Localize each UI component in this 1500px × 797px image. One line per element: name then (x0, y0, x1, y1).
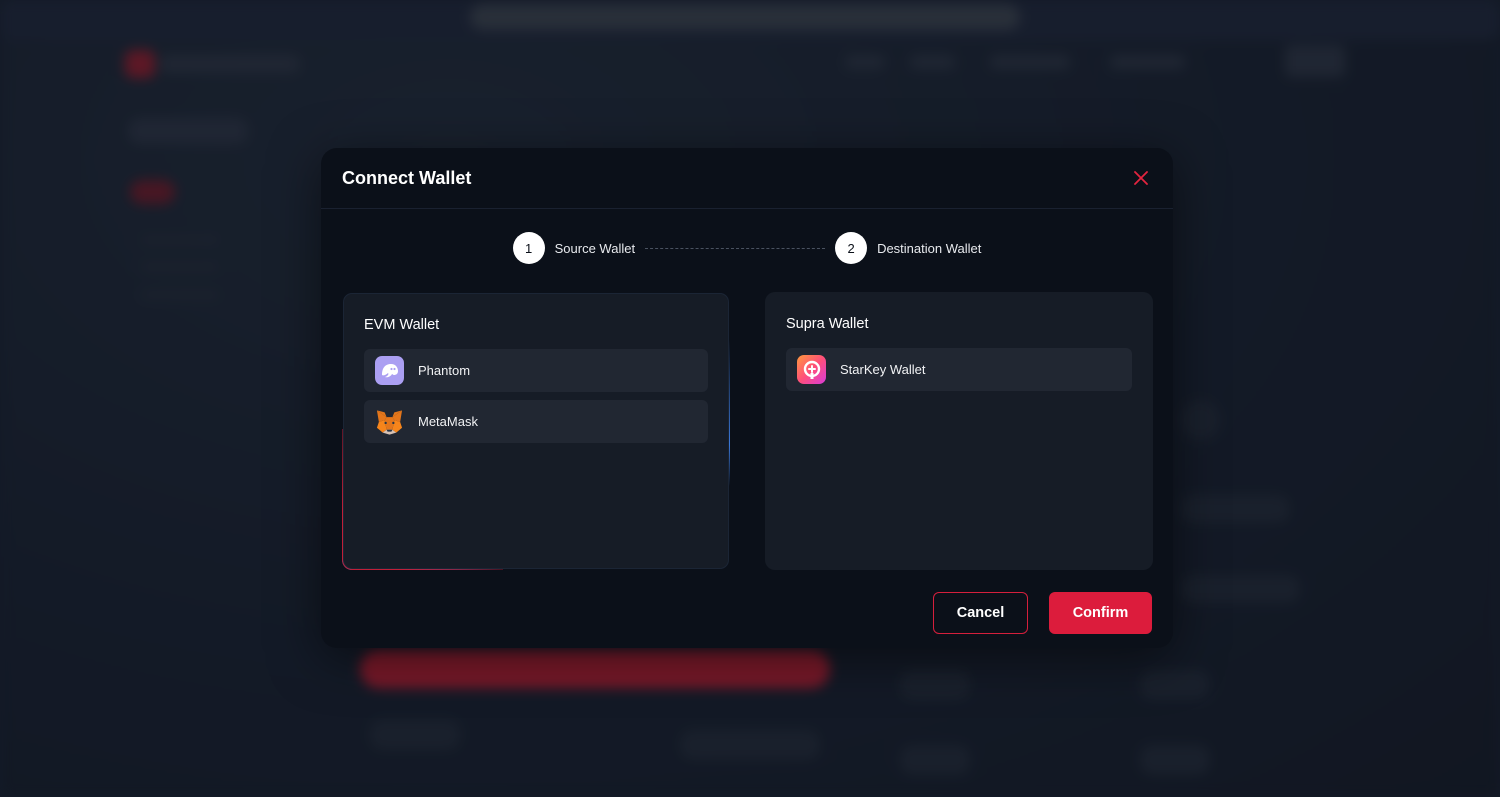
step-connector (645, 247, 826, 249)
supra-wallet-panel: Supra Wallet StarKey Wallet (765, 292, 1153, 570)
modal-header: Connect Wallet (321, 148, 1173, 209)
wallet-stepper: 1 Source Wallet 2 Destination Wallet (321, 232, 1173, 264)
wallet-option-metamask[interactable]: MetaMask (364, 400, 708, 443)
panel-title: Supra Wallet (786, 316, 869, 332)
confirm-button[interactable]: Confirm (1049, 592, 1152, 634)
phantom-icon (375, 356, 404, 385)
step-label: Destination Wallet (877, 240, 982, 256)
wallet-option-phantom[interactable]: Phantom (364, 349, 708, 392)
step-label: Source Wallet (554, 240, 636, 256)
connect-wallet-modal: Connect Wallet 1 Source Wallet 2 Destina… (321, 148, 1173, 648)
wallet-name: Phantom (418, 363, 471, 378)
close-icon (1134, 171, 1148, 185)
modal-title: Connect Wallet (342, 167, 472, 188)
step-number: 1 (512, 232, 545, 264)
modal-footer: Cancel Confirm (933, 592, 1152, 634)
step-destination-wallet: 2 Destination Wallet (835, 232, 981, 264)
starkey-icon (797, 355, 826, 384)
wallet-option-starkey[interactable]: StarKey Wallet (786, 348, 1132, 391)
evm-wallet-panel: EVM Wallet Phantom MetaMask (342, 292, 730, 570)
step-source-wallet: 1 Source Wallet (512, 232, 636, 264)
wallet-name: MetaMask (418, 414, 478, 429)
panel-title: EVM Wallet (364, 317, 440, 333)
wallet-name: StarKey Wallet (840, 362, 926, 377)
close-button[interactable] (1129, 166, 1153, 190)
step-number: 2 (835, 232, 868, 264)
cancel-button[interactable]: Cancel (933, 592, 1028, 634)
metamask-icon (375, 407, 404, 436)
